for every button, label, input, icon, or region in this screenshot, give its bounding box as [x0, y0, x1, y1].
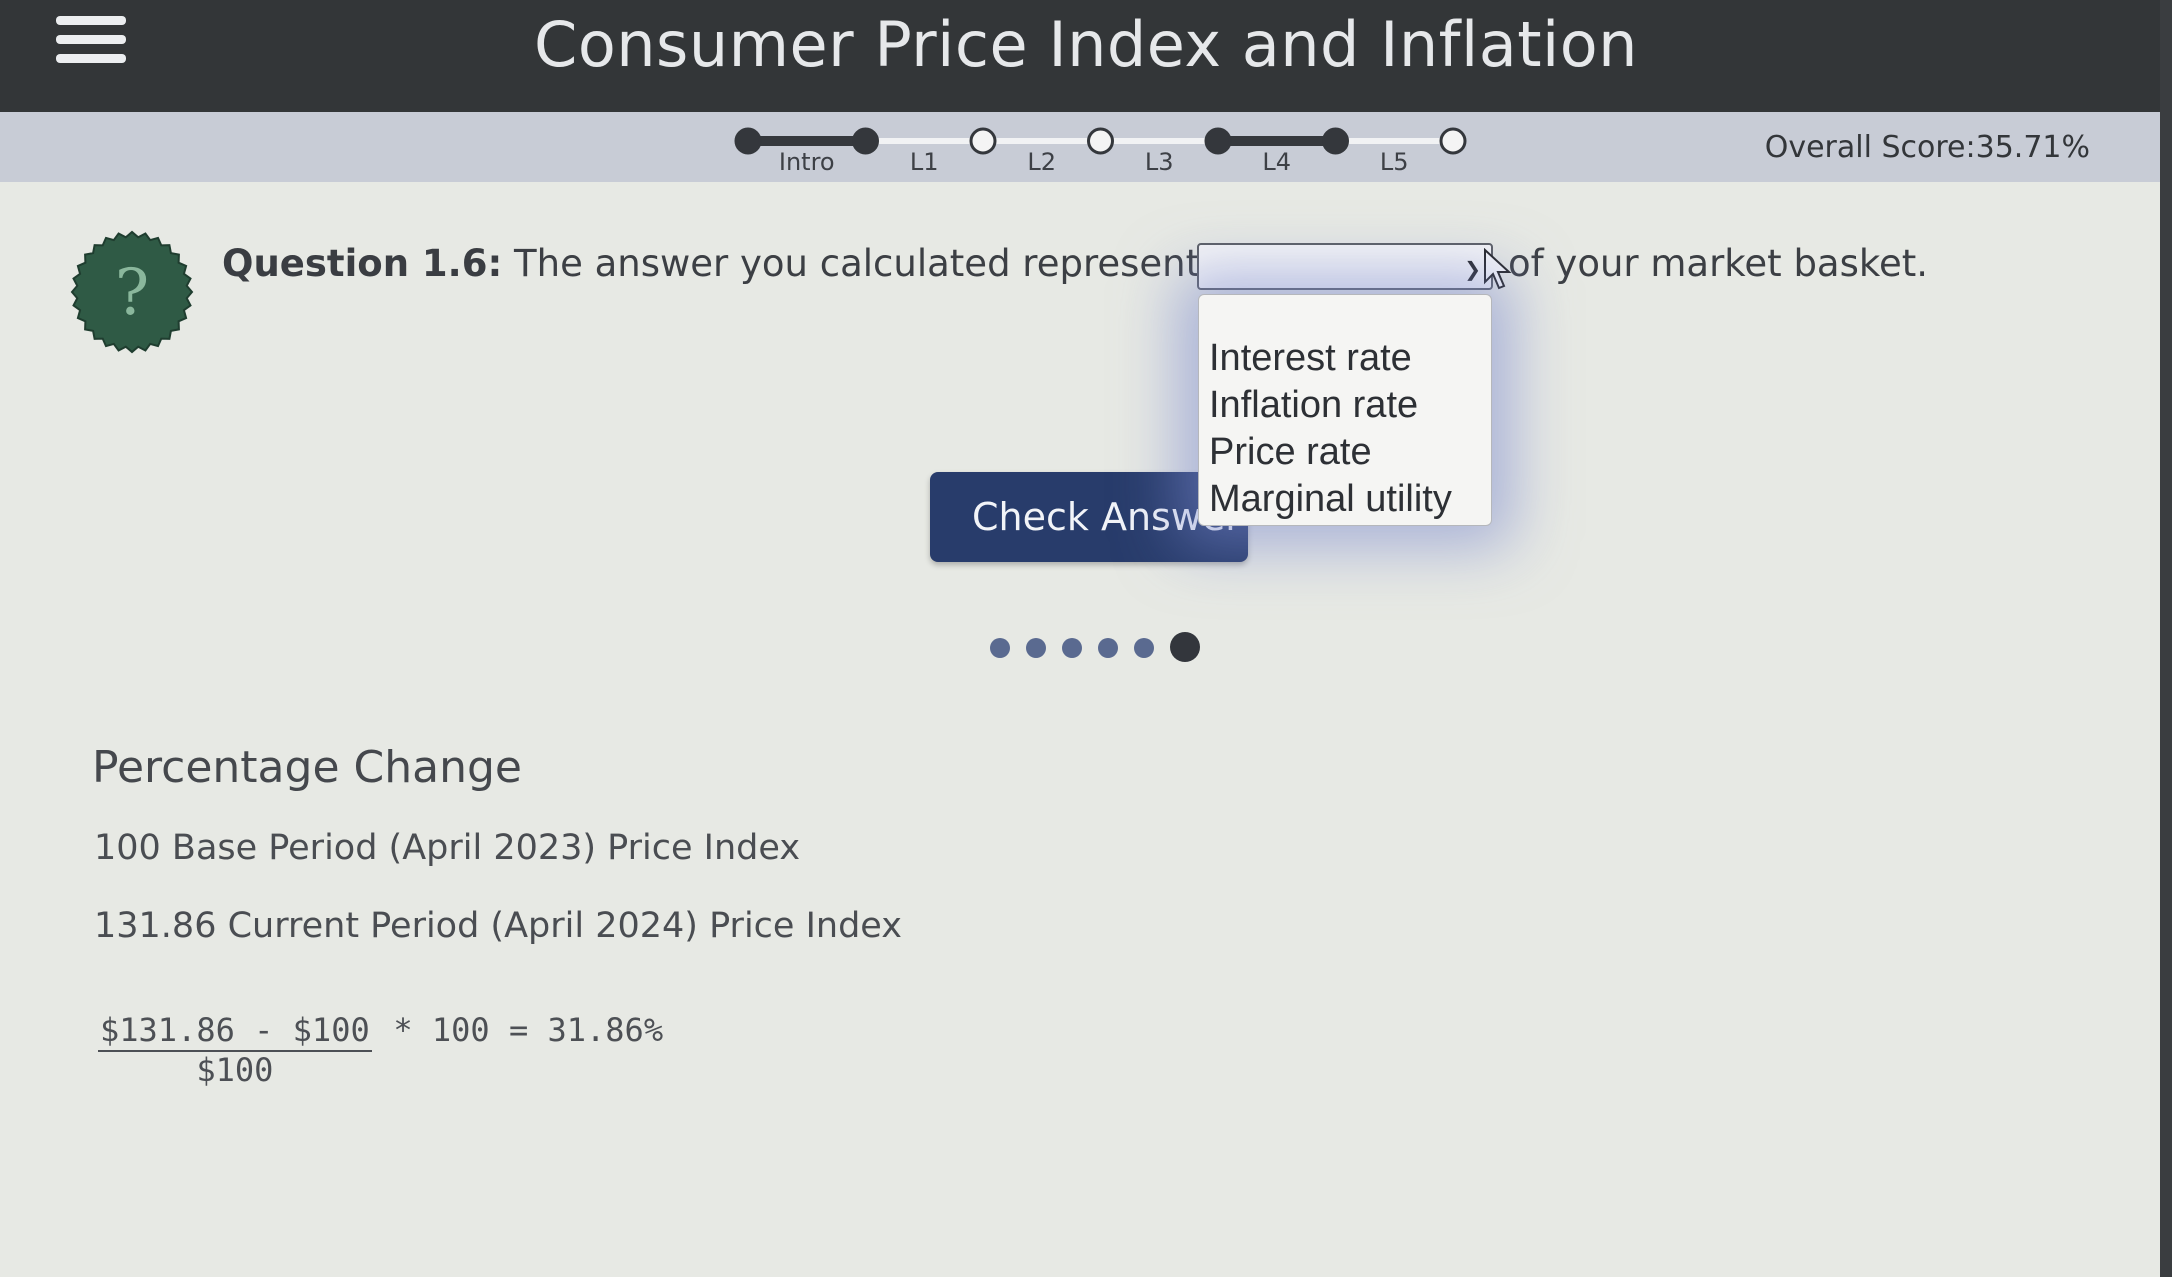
current-period-line: 131.86 Current Period (April 2024) Price…: [94, 906, 902, 946]
step-node[interactable]: [1204, 127, 1232, 155]
base-period-line: 100 Base Period (April 2023) Price Index: [94, 828, 801, 868]
dropdown-option-marginal-utility[interactable]: Marginal utility: [1199, 476, 1491, 523]
dropdown-option-price-rate[interactable]: Price rate: [1199, 429, 1491, 476]
mouse-cursor-icon: [1484, 248, 1512, 290]
step-node[interactable]: [1087, 127, 1114, 155]
answer-select[interactable]: ❯: [1197, 243, 1493, 290]
pager-dot[interactable]: [1026, 638, 1046, 658]
main-content: [0, 182, 2160, 1277]
step-label: L1: [909, 148, 939, 176]
question-text: Question 1.6: The answer you calculated …: [222, 242, 1292, 285]
question-number: Question 1.6:: [222, 242, 503, 285]
formula-result: * 100 = 31.86%: [393, 1011, 664, 1049]
step-label: L2: [1027, 148, 1057, 176]
pager-dot-active[interactable]: [1170, 632, 1200, 662]
step-label: Intro: [778, 148, 835, 176]
app-header: Consumer Price Index and Inflation: [0, 0, 2160, 112]
pager-dot[interactable]: [1134, 638, 1154, 658]
pager-dot[interactable]: [990, 638, 1010, 658]
pager-dot[interactable]: [1062, 638, 1082, 658]
percentage-change-title: Percentage Change: [92, 742, 522, 793]
question-mark-glyph: ?: [115, 256, 149, 330]
percentage-formula: $131.86 - $100 $100 * 100 = 31.86%: [98, 1010, 663, 1088]
dropdown-option-interest-rate[interactable]: Interest rate: [1199, 335, 1491, 382]
step-label: L4: [1262, 148, 1292, 176]
overall-score-value: 35.71%: [1975, 130, 2090, 165]
question-mark-icon: ?: [70, 230, 194, 354]
formula-numerator: $131.86 - $100: [98, 1010, 372, 1052]
dropdown-option-inflation-rate[interactable]: Inflation rate: [1199, 382, 1491, 429]
screen-edge: [2160, 0, 2172, 1277]
question-text-before: The answer you calculated represents the: [514, 242, 1292, 285]
progress-strip: Intro L1 L2 L3 L4 L5 Overall Score:35.71%: [0, 112, 2160, 182]
step-label: L3: [1144, 148, 1174, 176]
app-title: Consumer Price Index and Inflation: [534, 8, 1638, 81]
step-node[interactable]: [969, 127, 997, 155]
overall-score: Overall Score:35.71%: [1765, 130, 2090, 165]
step-node[interactable]: [734, 127, 762, 155]
formula-denominator: $100: [196, 1051, 274, 1089]
chevron-down-icon: ❯: [1464, 257, 1481, 281]
step-node[interactable]: [1322, 127, 1349, 155]
step-node[interactable]: [1439, 127, 1467, 155]
answer-dropdown-list: Interest rate Inflation rate Price rate …: [1198, 294, 1492, 526]
step-node[interactable]: [852, 127, 879, 155]
step-label: L5: [1379, 148, 1409, 176]
question-text-after: of your market basket.: [1508, 242, 1929, 285]
overall-score-label: Overall Score:: [1764, 130, 1976, 165]
formula-fraction: $131.86 - $100 $100: [98, 1010, 372, 1088]
pager-dot[interactable]: [1098, 638, 1118, 658]
